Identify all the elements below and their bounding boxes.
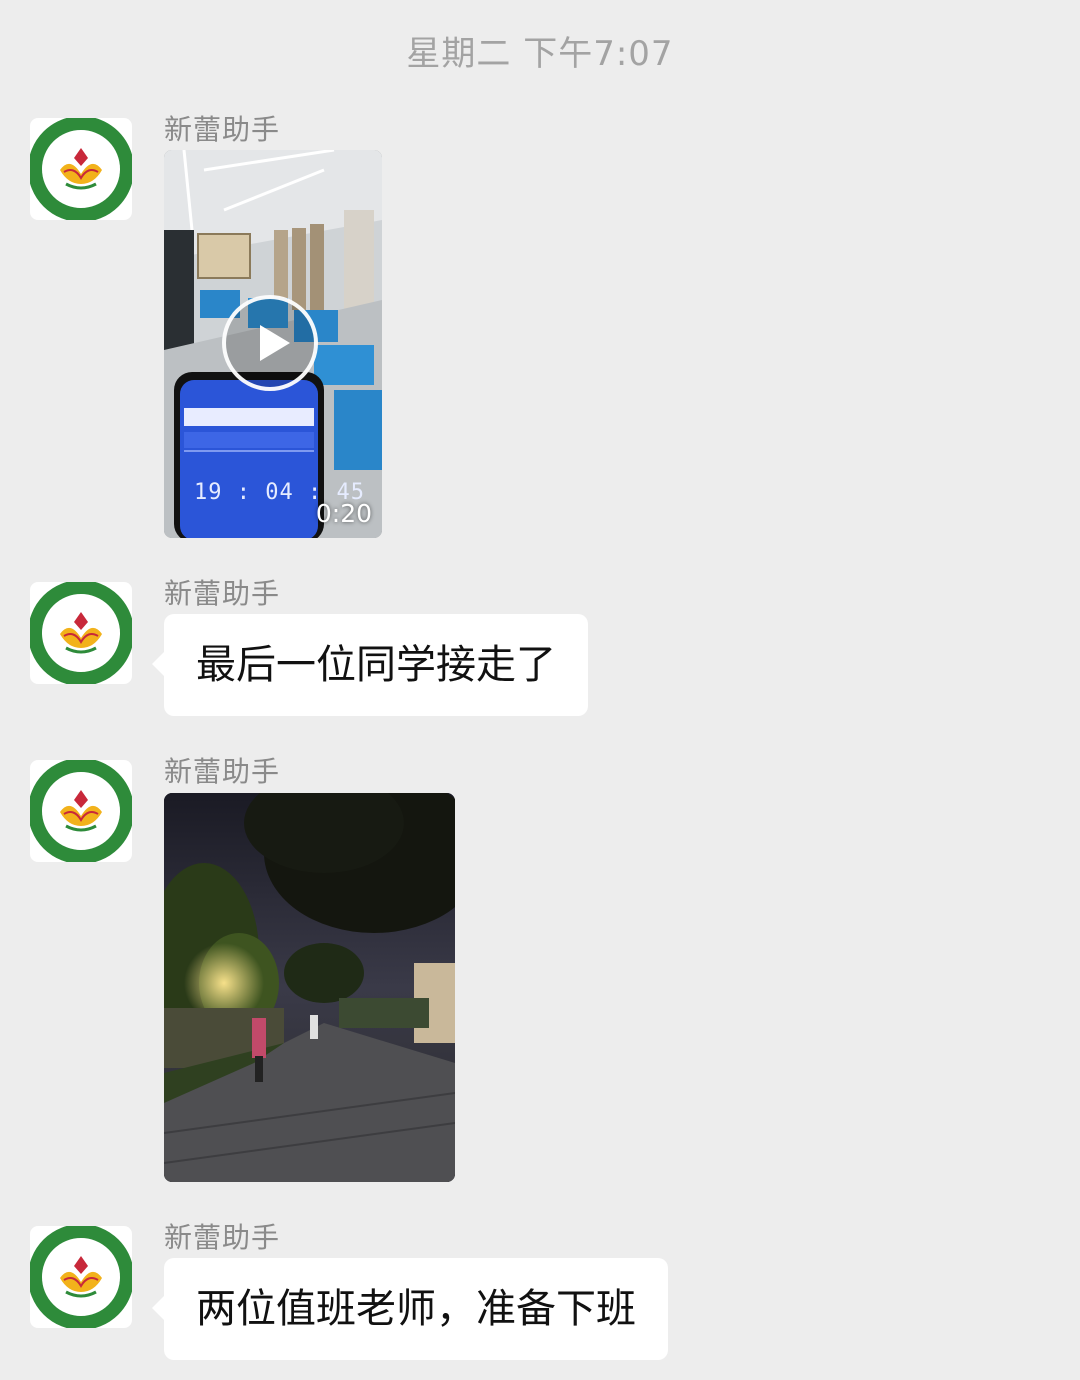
photo-thumbnail[interactable] xyxy=(164,793,455,1182)
sender-name: 新蕾助手 xyxy=(164,755,281,788)
bubble-tail xyxy=(152,1294,166,1322)
avatar[interactable] xyxy=(30,1226,132,1328)
sender-name: 新蕾助手 xyxy=(164,113,281,146)
school-logo-icon xyxy=(30,118,132,220)
school-logo-icon xyxy=(30,1226,132,1328)
school-logo-icon xyxy=(30,760,132,862)
video-thumbnail[interactable]: 19 : 04 : 45 0:20 xyxy=(164,150,382,538)
play-icon xyxy=(260,325,290,361)
bubble-tail xyxy=(152,650,166,678)
message-bubble[interactable]: 最后一位同学接走了 xyxy=(152,614,588,716)
school-logo-icon xyxy=(30,582,132,684)
video-duration: 0:20 xyxy=(315,499,372,528)
sender-name: 新蕾助手 xyxy=(164,577,281,610)
night-path-photo xyxy=(164,793,455,1182)
message-text-content: 最后一位同学接走了 xyxy=(196,642,556,688)
play-button[interactable] xyxy=(222,295,318,391)
chat-timestamp: 星期二 下午7:07 xyxy=(406,34,674,74)
message-bubble[interactable]: 两位值班老师，准备下班 xyxy=(152,1258,668,1360)
sender-name: 新蕾助手 xyxy=(164,1221,281,1254)
message-text-content: 两位值班老师，准备下班 xyxy=(196,1286,636,1332)
avatar[interactable] xyxy=(30,582,132,684)
avatar[interactable] xyxy=(30,118,132,220)
avatar[interactable] xyxy=(30,760,132,862)
